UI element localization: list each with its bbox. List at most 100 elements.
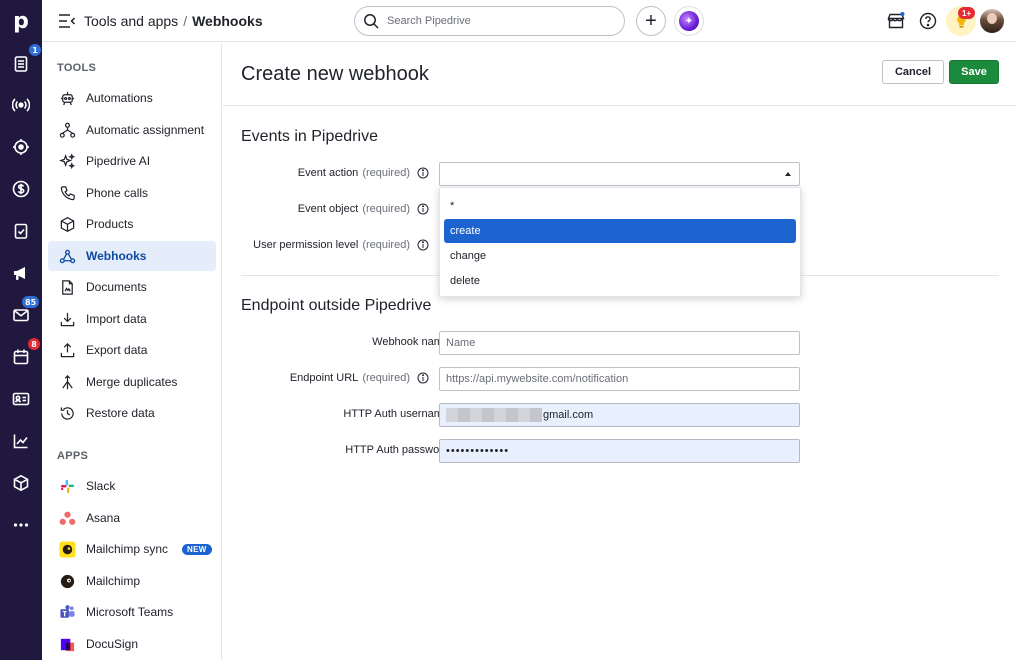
search-input[interactable]: Search Pipedrive [354,6,625,36]
more-icon[interactable] [9,513,33,537]
sidebar-item-slack[interactable]: Slack [48,471,216,501]
plus-icon: + [645,9,657,32]
megaphone-icon[interactable] [9,261,33,285]
sidebar-item-mailchimp[interactable]: Mailchimp [48,566,216,596]
http-username-input[interactable]: gmail.com [439,403,800,427]
sidebar-item-webhooks[interactable]: Webhooks [48,241,216,271]
settings-sidebar: TOOLS Automations Automatic assignment P… [42,43,222,660]
main-content: Create new webhook Cancel Save Events in… [223,43,1016,660]
sidebar-item-automations[interactable]: Automations [48,83,216,113]
sidebar-item-mailchimp-sync[interactable]: Mailchimp sync NEW [48,534,216,564]
sidebar-item-docusign[interactable]: DocuSign [48,629,216,659]
marketplace-icon[interactable] [886,11,906,31]
dropdown-option-change[interactable]: change [444,244,796,268]
sidebar-item-restore-data[interactable]: Restore data [48,398,216,428]
cancel-button[interactable]: Cancel [882,60,944,84]
breadcrumb-parent[interactable]: Tools and apps [84,13,178,29]
webhook-name-row: Webhook name Name [223,331,1016,355]
top-bar: Tools and apps / Webhooks Search Pipedrive… [42,0,1016,42]
chevron-up-icon [785,172,791,176]
dropdown-option-all[interactable]: * [444,194,796,218]
asana-icon [58,509,76,527]
info-icon[interactable] [417,203,429,215]
sidebar-item-phone-calls[interactable]: Phone calls [48,178,216,208]
http-username-row: HTTP Auth username gmail.com [223,403,1016,427]
broadcast-icon[interactable] [9,93,33,117]
ai-sparkle-icon: ✦ [679,11,699,31]
dropdown-option-create[interactable]: create [444,219,796,243]
sidebar-item-export-data[interactable]: Export data [48,335,216,365]
http-password-label: HTTP Auth password [345,444,449,456]
products-icon[interactable] [9,471,33,495]
target-icon[interactable] [9,135,33,159]
sidebar-item-label: Export data [86,343,148,357]
dollar-icon[interactable] [9,177,33,201]
sidebar-item-label: Webhooks [86,249,147,263]
import-icon [58,310,76,328]
sidebar-item-merge-duplicates[interactable]: Merge duplicates [48,367,216,397]
sidebar-item-label: Microsoft Teams [86,605,174,619]
sparkle-icon [58,152,76,170]
http-password-input[interactable]: ••••••••••••• [439,439,800,463]
webhook-name-input[interactable]: Name [439,331,800,355]
deals-badge: 1 [29,44,41,56]
info-icon[interactable] [417,239,429,251]
sidebar-item-label: Merge duplicates [86,375,178,389]
notification-badge: 1+ [958,7,976,19]
events-section-title: Events in Pipedrive [241,128,378,145]
endpoint-section-title: Endpoint outside Pipedrive [241,297,432,314]
sidebar-item-products[interactable]: Products [48,209,216,239]
endpoint-url-input[interactable]: https://api.mywebsite.com/notification [439,367,800,391]
restore-icon [58,404,76,422]
sidebar-item-label: DocuSign [86,637,139,651]
event-object-label: Event object (required) [298,203,429,215]
sidebar-item-pipedrive-ai[interactable]: Pipedrive AI [48,146,216,176]
merge-icon [58,373,76,391]
http-password-row: HTTP Auth password ••••••••••••• [223,439,1016,463]
document-icon [58,278,76,296]
calendar-badge: 8 [28,338,40,350]
save-button[interactable]: Save [949,60,999,84]
breadcrumb: Tools and apps / Webhooks [84,13,263,29]
page-title: Create new webhook [241,63,429,85]
sidebar-item-documents[interactable]: Documents [48,272,216,302]
breadcrumb-separator: / [183,13,188,29]
http-username-label: HTTP Auth username [343,408,449,420]
menu-collapse-icon[interactable] [58,13,76,29]
sidebar-item-label: Mailchimp sync [86,542,169,556]
apps-heading: APPS [57,450,89,462]
tasks-icon[interactable] [9,219,33,243]
insights-icon[interactable] [9,429,33,453]
sidebar-item-label: Slack [86,479,116,493]
contacts-icon[interactable] [9,387,33,411]
sidebar-item-label: Restore data [86,406,155,420]
help-icon[interactable] [918,11,938,31]
pipedrive-logo[interactable]: p [0,0,42,42]
new-badge: NEW [182,543,212,555]
sidebar-item-label: Asana [86,511,121,525]
teams-icon [58,603,76,621]
user-avatar[interactable] [980,9,1004,33]
export-icon [58,341,76,359]
event-action-row: Event action (required) [223,162,1016,186]
sidebar-item-label: Pipedrive AI [86,154,151,168]
slack-icon [58,477,76,495]
sidebar-item-label: Automatic assignment [86,123,205,137]
info-icon[interactable] [417,372,429,384]
sidebar-item-automatic-assignment[interactable]: Automatic assignment [48,115,216,145]
redacted-text [446,408,542,422]
dropdown-option-delete[interactable]: delete [444,269,796,293]
event-action-dropdown: * create change delete [439,187,801,297]
sidebar-item-label: Import data [86,312,147,326]
event-action-select[interactable] [439,162,800,186]
info-icon[interactable] [417,167,429,179]
deals-icon[interactable] [9,52,33,76]
sidebar-item-import-data[interactable]: Import data [48,304,216,334]
sidebar-item-microsoft-teams[interactable]: Microsoft Teams [48,597,216,627]
search-placeholder: Search Pipedrive [387,15,471,27]
ai-assistant-button[interactable]: ✦ [674,6,704,36]
sidebar-item-asana[interactable]: Asana [48,503,216,533]
quick-add-button[interactable]: + [636,6,666,36]
mailchimp-icon [58,540,76,558]
breadcrumb-current: Webhooks [192,13,263,29]
